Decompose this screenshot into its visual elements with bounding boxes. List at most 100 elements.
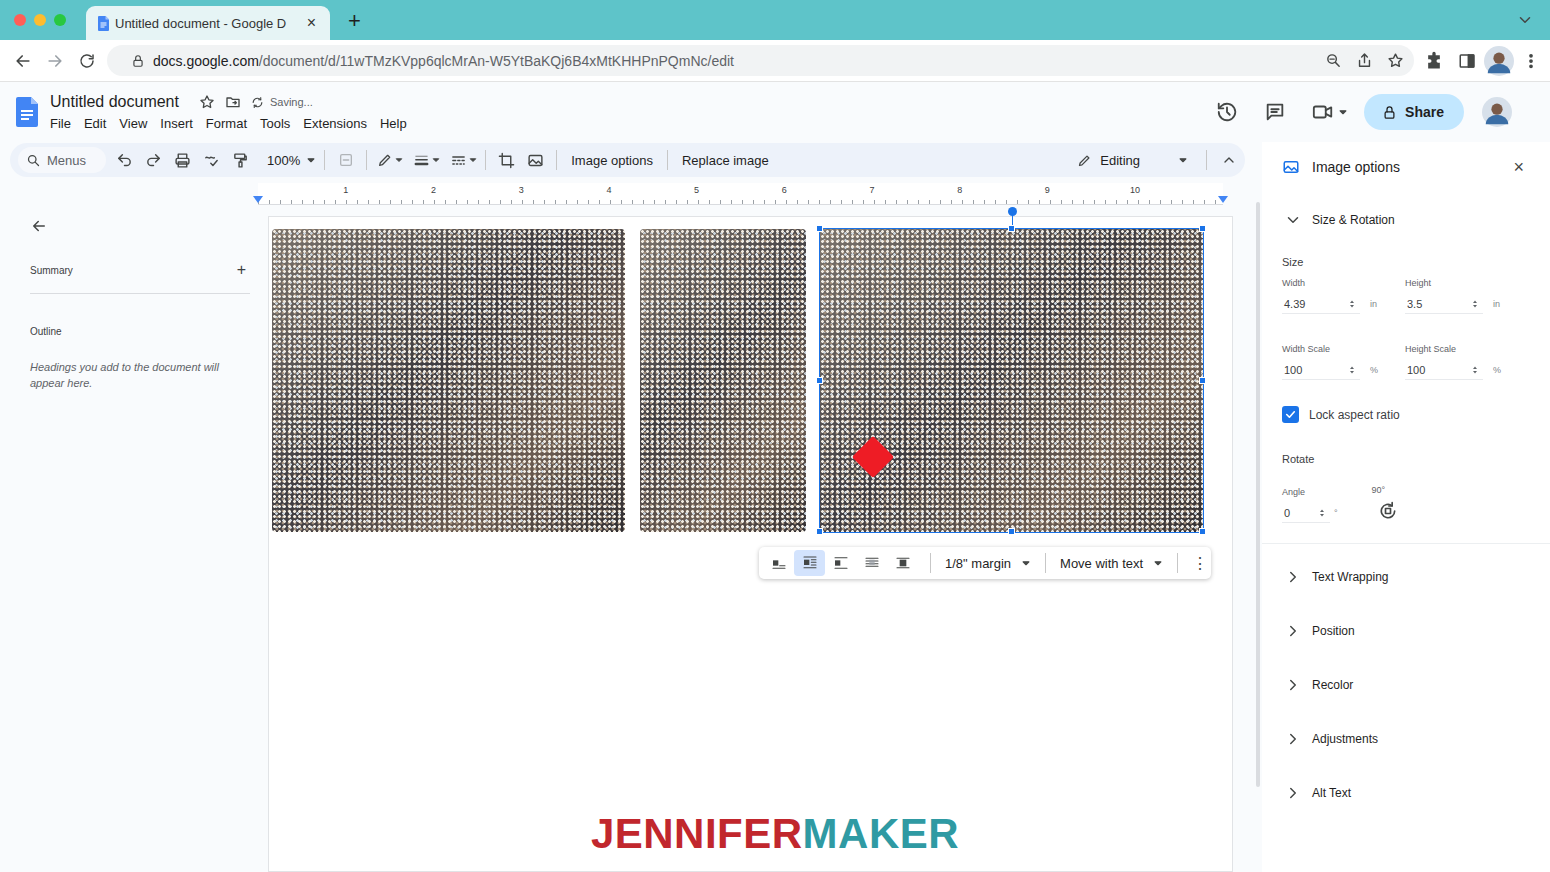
menu-item[interactable]: Help bbox=[380, 115, 407, 132]
profile-avatar-icon[interactable] bbox=[1484, 46, 1514, 76]
browser-tab[interactable]: Untitled document - Google D× bbox=[86, 6, 330, 40]
close-panel-button[interactable]: × bbox=[1513, 157, 1524, 178]
maximize-window-button[interactable] bbox=[54, 14, 66, 26]
spinner-icon[interactable] bbox=[1469, 364, 1481, 376]
size-rotation-header[interactable]: Size & Rotation bbox=[1262, 200, 1550, 240]
docs-logo-icon[interactable] bbox=[16, 97, 38, 127]
wrap-mode-button[interactable] bbox=[763, 550, 794, 576]
account-avatar-icon[interactable] bbox=[1482, 97, 1512, 127]
margin-select[interactable]: 1/8" margin bbox=[937, 556, 1039, 571]
wrap-mode-button[interactable] bbox=[825, 550, 856, 576]
chevron-down-icon[interactable] bbox=[1516, 11, 1534, 29]
wrap-mode-button[interactable] bbox=[887, 550, 918, 576]
replace-image-button[interactable]: Replace image bbox=[674, 153, 777, 168]
forward-button[interactable] bbox=[39, 45, 71, 77]
resize-handle[interactable] bbox=[816, 528, 823, 535]
options-section[interactable]: Position bbox=[1262, 604, 1550, 658]
border-weight-icon[interactable] bbox=[413, 152, 430, 169]
back-arrow-icon[interactable] bbox=[30, 217, 48, 235]
right-indent-marker[interactable] bbox=[1218, 196, 1228, 203]
resize-handle[interactable] bbox=[1008, 528, 1015, 535]
browser-menu-dots-icon[interactable] bbox=[1522, 52, 1540, 70]
border-weight-caret-icon[interactable] bbox=[430, 154, 442, 166]
scrollbar[interactable] bbox=[1256, 202, 1260, 787]
close-tab-button[interactable]: × bbox=[303, 14, 320, 32]
position-select[interactable]: Move with text bbox=[1052, 556, 1171, 571]
menu-item[interactable]: Extensions bbox=[303, 115, 367, 132]
number-input[interactable]: 100 bbox=[1282, 360, 1360, 380]
resize-handle[interactable] bbox=[1199, 225, 1206, 232]
options-section[interactable]: Text Wrapping bbox=[1262, 550, 1550, 604]
menu-item[interactable]: Tools bbox=[260, 115, 290, 132]
share-icon[interactable] bbox=[1356, 52, 1373, 69]
resize-handle[interactable] bbox=[1199, 528, 1206, 535]
options-section[interactable]: Alt Text bbox=[1262, 766, 1550, 820]
paint-format-button[interactable] bbox=[226, 146, 255, 174]
comments-icon[interactable] bbox=[1264, 101, 1286, 123]
undo-button[interactable] bbox=[110, 146, 139, 174]
menu-item[interactable]: Format bbox=[206, 115, 247, 132]
rotate-90-icon[interactable] bbox=[1378, 501, 1398, 521]
redo-button[interactable] bbox=[139, 146, 168, 174]
checkbox[interactable] bbox=[1282, 406, 1299, 423]
options-section[interactable]: Recolor bbox=[1262, 658, 1550, 712]
resize-handle[interactable] bbox=[1008, 225, 1015, 232]
options-section[interactable]: Adjustments bbox=[1262, 712, 1550, 766]
print-button[interactable] bbox=[168, 146, 197, 174]
menu-item[interactable]: Insert bbox=[160, 115, 193, 132]
side-panel-icon[interactable] bbox=[1458, 52, 1476, 70]
meet-caret-icon[interactable] bbox=[1336, 105, 1350, 119]
wrap-mode-button[interactable] bbox=[794, 550, 825, 576]
url-field[interactable]: docs.google.com/document/d/11wTMzKVpp6ql… bbox=[107, 45, 1414, 76]
border-color-caret-icon[interactable] bbox=[393, 154, 405, 166]
spinner-icon[interactable] bbox=[1469, 298, 1481, 310]
bookmark-star-icon[interactable] bbox=[1387, 52, 1404, 69]
docs-logo-icon[interactable] bbox=[98, 16, 109, 31]
rotate-90[interactable]: 90° bbox=[1372, 475, 1398, 521]
close-window-button[interactable] bbox=[14, 14, 26, 26]
star-icon[interactable] bbox=[199, 94, 215, 110]
resize-handle[interactable] bbox=[816, 377, 823, 384]
zoom-select[interactable]: 100% bbox=[255, 153, 304, 168]
number-input[interactable]: 100 bbox=[1405, 360, 1483, 380]
ruler[interactable]: 12345678910 bbox=[258, 183, 1223, 205]
more-options-button[interactable]: ⋮ bbox=[1184, 554, 1216, 573]
crop-button[interactable] bbox=[492, 146, 521, 174]
share-button[interactable]: Share bbox=[1364, 94, 1464, 130]
letter-image[interactable] bbox=[272, 229, 625, 532]
menu-item[interactable]: File bbox=[50, 115, 71, 132]
number-input[interactable]: 3.5 bbox=[1405, 294, 1483, 314]
document-title[interactable]: Untitled document bbox=[50, 92, 179, 112]
new-tab-button[interactable]: + bbox=[342, 2, 367, 40]
back-button[interactable] bbox=[7, 45, 39, 77]
left-indent-marker[interactable] bbox=[253, 196, 263, 203]
lock-aspect-ratio[interactable]: Lock aspect ratio bbox=[1282, 406, 1530, 423]
move-folder-icon[interactable] bbox=[225, 94, 241, 110]
menu-item[interactable]: View bbox=[119, 115, 147, 132]
wrap-mode-button[interactable] bbox=[856, 550, 887, 576]
border-dash-icon[interactable] bbox=[450, 152, 467, 169]
menu-item[interactable]: Edit bbox=[84, 115, 106, 132]
image-options-button[interactable]: Image options bbox=[563, 153, 661, 168]
spinner-icon[interactable] bbox=[1346, 298, 1358, 310]
spinner-icon[interactable] bbox=[1346, 364, 1358, 376]
rotate-handle[interactable] bbox=[1008, 207, 1017, 216]
border-dash-caret-icon[interactable] bbox=[467, 154, 479, 166]
minimize-window-button[interactable] bbox=[34, 14, 46, 26]
version-history-icon[interactable] bbox=[1216, 101, 1238, 123]
letter-image[interactable] bbox=[640, 229, 806, 532]
spinner-icon[interactable] bbox=[1316, 507, 1328, 519]
number-input[interactable]: 0 bbox=[1282, 503, 1330, 523]
collapse-chevron-icon[interactable] bbox=[1221, 152, 1237, 168]
editing-mode-select[interactable]: Editing bbox=[1077, 153, 1190, 168]
reload-button[interactable] bbox=[71, 45, 103, 77]
extensions-puzzle-icon[interactable] bbox=[1424, 51, 1444, 71]
meet-video-icon[interactable] bbox=[1312, 101, 1334, 123]
spellcheck-button[interactable] bbox=[197, 146, 226, 174]
border-color-pencil-icon[interactable] bbox=[377, 152, 393, 168]
number-input[interactable]: 4.39 bbox=[1282, 294, 1360, 314]
resize-handle[interactable] bbox=[816, 225, 823, 232]
add-summary-button[interactable]: + bbox=[233, 261, 250, 279]
reset-image-button[interactable] bbox=[521, 146, 550, 174]
zoom-icon[interactable] bbox=[1325, 52, 1342, 69]
